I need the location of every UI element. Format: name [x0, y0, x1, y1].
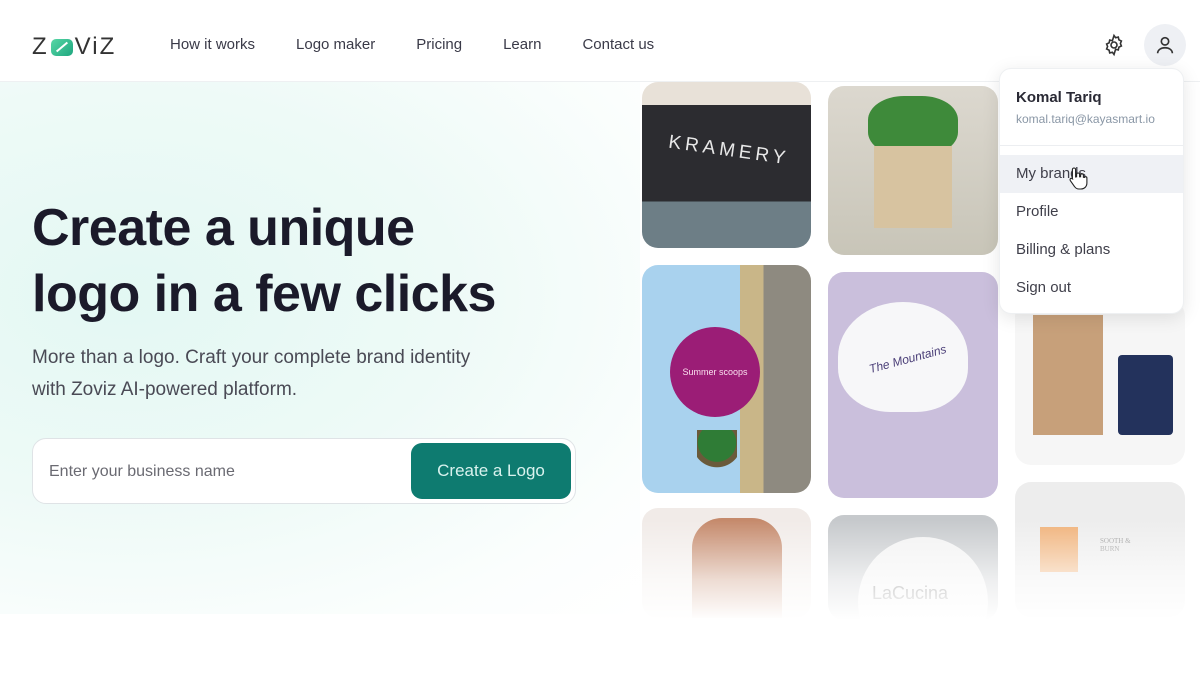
gallery-tile-cap: The Mountains: [828, 272, 998, 498]
gallery-tile-coffee: [1015, 300, 1185, 465]
business-name-input[interactable]: [49, 455, 399, 489]
gallery-tile-summer-scoops: Summer scoops: [642, 265, 811, 493]
menu-divider: [1000, 145, 1183, 146]
menu-item-billing-plans[interactable]: Billing & plans: [1000, 231, 1183, 269]
user-icon: [1156, 36, 1174, 54]
nav-learn[interactable]: Learn: [503, 36, 541, 53]
gallery-fade-overlay: [630, 520, 1200, 620]
menu-item-my-brands[interactable]: My brands: [1000, 155, 1183, 193]
user-dropdown-menu: Komal Tariq komal.tariq@kayasmart.io My …: [999, 68, 1184, 314]
gallery-tile-bag: [828, 86, 998, 255]
menu-item-profile[interactable]: Profile: [1000, 193, 1183, 231]
hand-cursor-icon: [1068, 166, 1088, 195]
menu-item-sign-out[interactable]: Sign out: [1000, 269, 1183, 307]
nav-how-it-works[interactable]: How it works: [170, 36, 255, 53]
gallery-tile-kramery: KRAMERY: [642, 82, 811, 248]
business-name-form: Create a Logo: [32, 438, 576, 504]
nav-logo-maker[interactable]: Logo maker: [296, 36, 375, 53]
nav-pricing[interactable]: Pricing: [416, 36, 462, 53]
create-logo-button[interactable]: Create a Logo: [411, 443, 571, 499]
main-nav: How it works Logo maker Pricing Learn Co…: [170, 36, 695, 53]
hero-title: Create a unique logo in a few clicks: [32, 199, 496, 323]
brand-logo[interactable]: Z ViZ: [32, 33, 116, 61]
gear-icon[interactable]: [1102, 33, 1126, 57]
logo-mark-icon: [50, 38, 73, 56]
user-name: Komal Tariq: [1016, 89, 1102, 106]
account-button[interactable]: [1144, 24, 1186, 66]
nav-contact-us[interactable]: Contact us: [582, 36, 654, 53]
user-email: komal.tariq@kayasmart.io: [1016, 112, 1155, 126]
hero-subtitle: More than a logo. Craft your complete br…: [32, 347, 471, 400]
